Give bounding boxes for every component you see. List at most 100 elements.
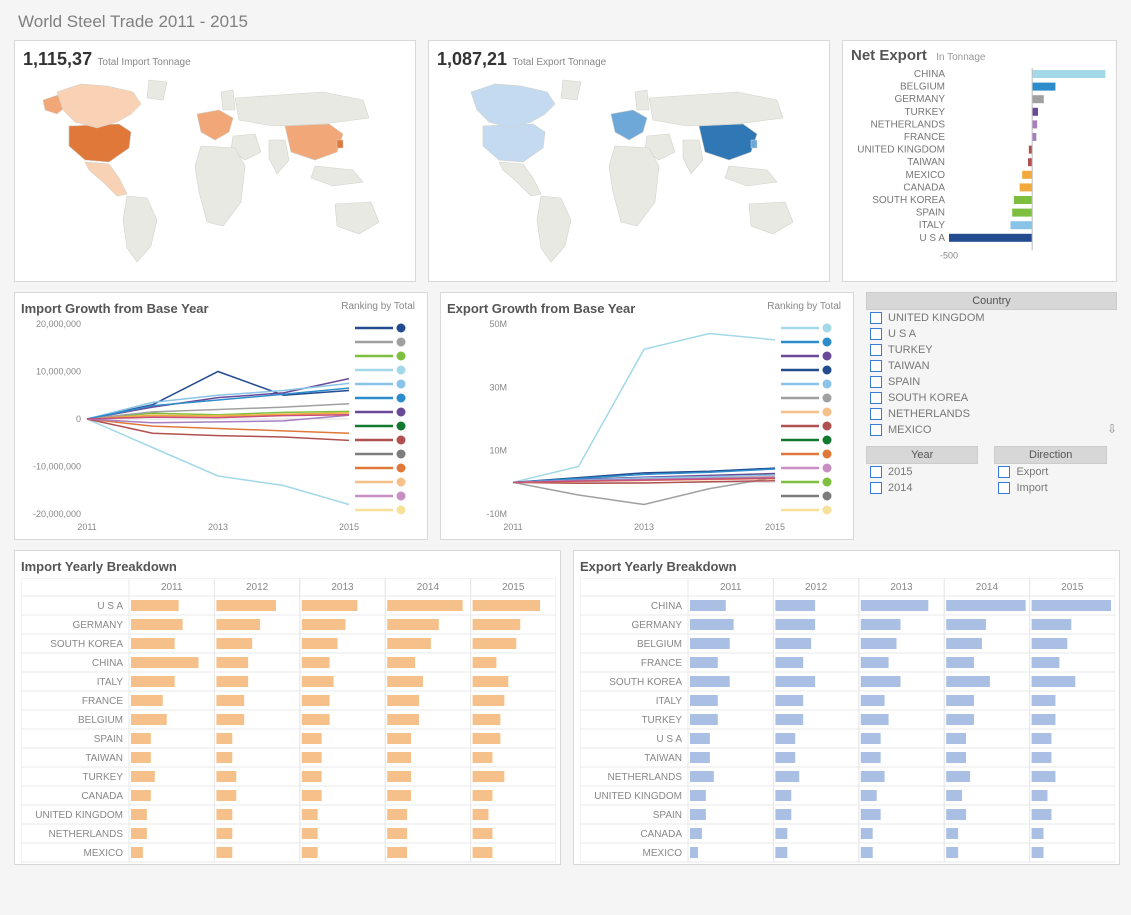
svg-text:2011: 2011 — [503, 522, 522, 532]
filter-country-label: NETHERLANDS — [888, 408, 970, 420]
filter-country-label: TAIWAN — [888, 360, 930, 372]
svg-text:FRANCE: FRANCE — [641, 658, 682, 669]
import-kpi-value: 1,115,37 — [23, 49, 92, 69]
svg-text:2011: 2011 — [77, 522, 96, 532]
filter-direction-item[interactable]: Import — [994, 480, 1106, 496]
export-ranking-label: Ranking by Total — [767, 301, 847, 316]
import-growth-title: Import Growth from Base Year — [21, 301, 209, 316]
svg-text:2013: 2013 — [331, 582, 354, 593]
export-growth-chart[interactable]: 50M30M10M-10M201120132015 — [447, 316, 849, 536]
filter-year-item[interactable]: 2014 — [866, 480, 978, 496]
filter-country-label: U S A — [888, 328, 916, 340]
svg-text:BELGIUM: BELGIUM — [637, 639, 682, 650]
svg-text:10,000,000: 10,000,000 — [36, 367, 81, 377]
svg-text:SOUTH KOREA: SOUTH KOREA — [609, 677, 682, 688]
filter-country-checkbox[interactable] — [870, 344, 882, 356]
svg-text:SOUTH KOREA: SOUTH KOREA — [50, 639, 123, 650]
export-yearly-card: Export Yearly Breakdown 2011201220132014… — [573, 550, 1120, 865]
svg-text:2014: 2014 — [976, 582, 999, 593]
svg-text:50M: 50M — [489, 319, 507, 329]
import-growth-chart[interactable]: 20,000,00010,000,0000-10,000,000-20,000,… — [21, 316, 423, 536]
filter-year-label: 2014 — [888, 482, 912, 494]
export-world-map[interactable] — [437, 70, 823, 270]
export-yearly-title: Export Yearly Breakdown — [580, 559, 1113, 574]
svg-text:UNITED KINGDOM: UNITED KINGDOM — [594, 791, 682, 802]
svg-text:GERMANY: GERMANY — [631, 620, 682, 631]
svg-text:SOUTH KOREA: SOUTH KOREA — [872, 195, 945, 206]
svg-text:CHINA: CHINA — [92, 658, 123, 669]
net-export-chart[interactable]: CHINABELGIUMGERMANYTURKEYNETHERLANDSFRAN… — [849, 66, 1112, 278]
export-yearly-chart[interactable]: 20112012201320142015CHINAGERMANYBELGIUMF… — [580, 578, 1115, 866]
svg-text:2011: 2011 — [720, 582, 742, 593]
filter-direction-checkbox[interactable] — [998, 482, 1010, 494]
filter-country-item[interactable]: MEXICO — [866, 422, 1117, 438]
svg-text:BELGIUM: BELGIUM — [78, 715, 123, 726]
filter-country-item[interactable]: SPAIN — [866, 374, 1117, 390]
svg-text:ITALY: ITALY — [656, 696, 683, 707]
svg-text:2013: 2013 — [208, 522, 228, 532]
filter-year-label: 2015 — [888, 466, 912, 478]
import-yearly-card: Import Yearly Breakdown 2011201220132014… — [14, 550, 561, 865]
filter-direction-label: Export — [1016, 466, 1048, 478]
filter-country-checkbox[interactable] — [870, 408, 882, 420]
svg-text:U S A: U S A — [656, 734, 682, 745]
svg-text:CHINA: CHINA — [914, 69, 945, 80]
svg-text:NETHERLANDS: NETHERLANDS — [871, 119, 946, 130]
svg-text:NETHERLANDS: NETHERLANDS — [608, 772, 683, 783]
filter-direction-checkbox[interactable] — [998, 466, 1010, 478]
filter-country-checkbox[interactable] — [870, 424, 882, 436]
svg-text:CANADA: CANADA — [903, 182, 945, 193]
filter-country-item[interactable]: TAIWAN — [866, 358, 1117, 374]
filter-country-item[interactable]: NETHERLANDS — [866, 406, 1117, 422]
svg-text:CHINA: CHINA — [651, 601, 682, 612]
export-kpi-label: Total Export Tonnage — [512, 57, 606, 68]
filter-country-item[interactable]: TURKEY — [866, 342, 1117, 358]
svg-text:-20,000,000: -20,000,000 — [33, 509, 81, 519]
filter-country-item[interactable]: SOUTH KOREA — [866, 390, 1117, 406]
svg-text:-500: -500 — [940, 250, 958, 260]
filter-year-item[interactable]: 2015 — [866, 464, 978, 480]
svg-text:U S A: U S A — [919, 233, 945, 244]
svg-text:BELGIUM: BELGIUM — [900, 82, 945, 93]
import-yearly-title: Import Yearly Breakdown — [21, 559, 554, 574]
filter-direction-item[interactable]: Export — [994, 464, 1106, 480]
filter-country-checkbox[interactable] — [870, 392, 882, 404]
svg-text:FRANCE: FRANCE — [82, 696, 123, 707]
svg-text:U S A: U S A — [97, 601, 123, 612]
import-growth-card: Import Growth from Base Year Ranking by … — [14, 292, 428, 540]
svg-text:SPAIN: SPAIN — [916, 208, 945, 219]
filter-country-label: MEXICO — [888, 424, 931, 436]
svg-text:NETHERLANDS: NETHERLANDS — [49, 829, 124, 840]
import-kpi-label: Total Import Tonnage — [97, 57, 190, 68]
filter-year-checkbox[interactable] — [870, 482, 882, 494]
filters-panel: Country UNITED KINGDOM U S A TURKEY TAIWAN S… — [866, 292, 1117, 540]
filter-country-label: SPAIN — [888, 376, 920, 388]
import-world-map[interactable] — [23, 70, 409, 270]
svg-text:ITALY: ITALY — [919, 220, 946, 231]
export-kpi-value: 1,087,21 — [437, 49, 507, 69]
svg-text:GERMANY: GERMANY — [894, 94, 945, 105]
import-yearly-chart[interactable]: 20112012201320142015U S AGERMANYSOUTH KO… — [21, 578, 556, 866]
filter-country-checkbox[interactable] — [870, 376, 882, 388]
dashboard-title: World Steel Trade 2011 - 2015 — [18, 12, 1117, 32]
filter-year-checkbox[interactable] — [870, 466, 882, 478]
svg-text:MEXICO: MEXICO — [643, 848, 683, 859]
filter-country-item[interactable]: UNITED KINGDOM — [866, 310, 1117, 326]
filter-country-checkbox[interactable] — [870, 360, 882, 372]
svg-text:TURKEY: TURKEY — [904, 107, 945, 118]
svg-text:0: 0 — [76, 414, 81, 424]
import-ranking-label: Ranking by Total — [341, 301, 421, 316]
filter-direction-label: Import — [1016, 482, 1047, 494]
filter-country-checkbox[interactable] — [870, 312, 882, 324]
export-growth-card: Export Growth from Base Year Ranking by … — [440, 292, 854, 540]
filter-country-label: TURKEY — [888, 344, 933, 356]
net-export-sub: In Tonnage — [936, 52, 985, 63]
filter-country-header: Country — [866, 292, 1117, 310]
svg-text:2012: 2012 — [805, 582, 828, 593]
svg-text:2012: 2012 — [246, 582, 269, 593]
filter-country-checkbox[interactable] — [870, 328, 882, 340]
filter-country-item[interactable]: U S A — [866, 326, 1117, 342]
scroll-down-icon[interactable]: ⇩ — [1107, 422, 1117, 436]
svg-text:2015: 2015 — [502, 582, 525, 593]
net-export-card: Net Export In Tonnage CHINABELGIUMGERMAN… — [842, 40, 1117, 282]
